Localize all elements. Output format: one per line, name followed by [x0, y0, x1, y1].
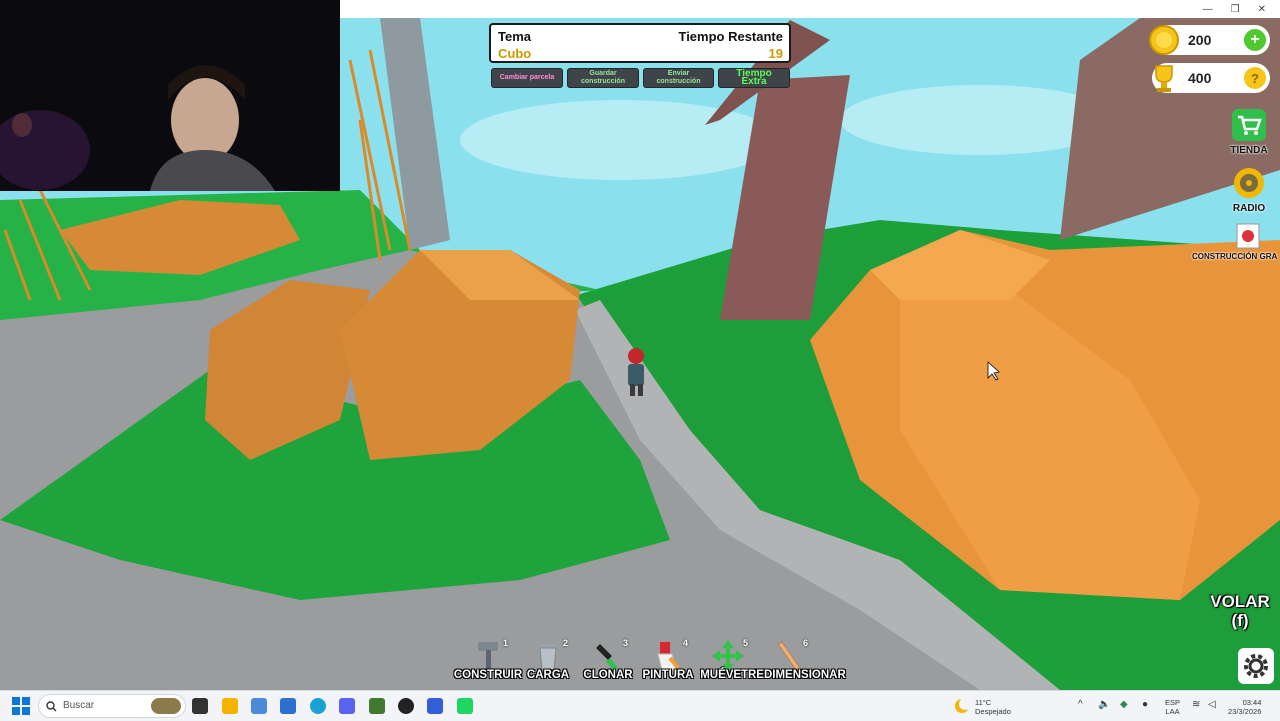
extra-time-button[interactable]: Tiempo Extra	[718, 68, 790, 88]
theme-timer-panel: Tema Cubo Tiempo Restante 19	[489, 23, 791, 63]
trophy-info-button[interactable]: ?	[1244, 67, 1266, 89]
wifi-icon[interactable]: ≋	[1192, 699, 1200, 710]
close-icon[interactable]: ✕	[1258, 4, 1266, 15]
time-remaining-label: Tiempo Restante	[678, 29, 783, 44]
clone-icon	[596, 644, 618, 670]
search-placeholder: Buscar	[63, 700, 95, 711]
webcam-feed	[0, 0, 340, 191]
roblox-icon[interactable]	[427, 698, 443, 714]
language-code: ESP	[1165, 698, 1181, 707]
trash-can-icon	[539, 644, 557, 671]
language-indicator[interactable]: ESP LAA	[1165, 698, 1180, 716]
volume-icon[interactable]: ◁	[1208, 699, 1216, 710]
tool-number: 2	[562, 638, 568, 648]
plus-icon: +	[1250, 31, 1260, 48]
clock-date: 23/3/2026	[1228, 707, 1262, 716]
settings-button[interactable]	[1238, 648, 1274, 684]
shop-label: TIENDA	[1230, 145, 1268, 156]
chevron-up-icon[interactable]: ^	[1078, 699, 1083, 710]
weather-temp: 11°C	[975, 698, 992, 707]
webcam-overlay	[0, 0, 340, 191]
paint-icon	[657, 642, 680, 671]
speaker-icon[interactable]: 🔈	[1098, 699, 1110, 710]
submit-build-button[interactable]: Enviar construcción	[643, 68, 714, 88]
save-build-button[interactable]: Guardar construcción	[567, 68, 639, 88]
windows-taskbar: Buscar 11°C Despejado ^ 🔈 ◆ ● ESP LAA ≋ …	[0, 690, 1280, 721]
resize-icon	[777, 641, 801, 671]
weather-desc: Despejado	[975, 707, 1011, 716]
kick-icon[interactable]	[457, 698, 473, 714]
search-highlight-icon	[151, 698, 181, 714]
language-layout: LAA	[1165, 707, 1180, 716]
coins-value: 200	[1188, 32, 1212, 48]
big-build-label: CONSTRUCCIÓN GRA	[1192, 252, 1278, 261]
tool-redimensionar[interactable]: 6 REDIMENSIONAR	[748, 636, 846, 688]
tool-number: 6	[802, 638, 808, 648]
radio-label: RADIO	[1232, 203, 1266, 214]
fly-key: (f)	[1231, 611, 1249, 630]
tool-label: REDIMENSIONAR	[748, 669, 846, 681]
trophies-counter: 400 ?	[1152, 63, 1270, 93]
build-toolbar: 1 CONSTRUIR 2 CARGA 3 CLONAR 4 PINTURA 5…	[454, 636, 846, 688]
trophies-value: 400	[1188, 70, 1212, 86]
minimize-icon[interactable]: —	[1203, 4, 1213, 15]
window-title-bar: — ❐ ✕	[340, 0, 1280, 18]
question-icon: ?	[1251, 70, 1259, 86]
radio-button[interactable]: RADIO	[1224, 166, 1274, 214]
shop-button[interactable]: TIENDA	[1224, 108, 1274, 156]
coin-icon	[1149, 25, 1179, 55]
theme-value: Cubo	[498, 46, 532, 61]
time-remaining-value: 19	[768, 46, 783, 61]
search-icon	[46, 701, 57, 712]
build-actions: Cambiar parcela Guardar construcción Env…	[491, 68, 790, 88]
trophy-icon	[1155, 65, 1173, 92]
tool-number: 3	[622, 638, 628, 648]
taskbar-search[interactable]: Buscar	[38, 694, 186, 718]
change-plot-button[interactable]: Cambiar parcela	[491, 68, 563, 88]
move-arrows-icon	[712, 640, 744, 672]
app-icon[interactable]	[251, 698, 267, 714]
build-card-icon	[1236, 223, 1260, 249]
gear-icon	[1244, 654, 1268, 678]
hammer-icon	[478, 642, 498, 670]
microphone-icon[interactable]: ●	[1142, 699, 1148, 710]
fly-button[interactable]: VOLAR (f)	[1204, 592, 1276, 630]
radio-disc-icon	[1234, 168, 1264, 198]
buy-coins-button[interactable]: +	[1244, 29, 1266, 51]
big-build-button[interactable]: CONSTRUCCIÓN GRA	[1192, 222, 1280, 261]
shopping-cart-icon	[1232, 109, 1266, 141]
clock-time: 03:44	[1242, 698, 1262, 707]
edge-icon[interactable]	[310, 698, 326, 714]
tool-number: 1	[502, 638, 508, 648]
coins-counter: 200 +	[1149, 25, 1270, 55]
theme-label: Tema	[498, 29, 531, 44]
fly-label: VOLAR	[1210, 592, 1270, 611]
obs-icon[interactable]	[398, 698, 414, 714]
moon-weather-icon	[955, 698, 970, 713]
tool-number: 4	[682, 638, 688, 648]
security-icon[interactable]: ◆	[1120, 699, 1128, 710]
tool-number: 5	[742, 638, 748, 648]
windows-start-icon[interactable]	[12, 697, 30, 715]
maximize-icon[interactable]: ❐	[1231, 4, 1240, 15]
weather-widget[interactable]: 11°C Despejado	[975, 698, 1011, 716]
discord-icon[interactable]	[339, 698, 355, 714]
clock[interactable]: 03:44 23/3/2026	[1228, 698, 1261, 716]
minecraft-icon[interactable]	[369, 698, 385, 714]
file-explorer-icon[interactable]	[222, 698, 238, 714]
task-view-icon[interactable]	[192, 698, 208, 714]
store-icon[interactable]	[280, 698, 296, 714]
